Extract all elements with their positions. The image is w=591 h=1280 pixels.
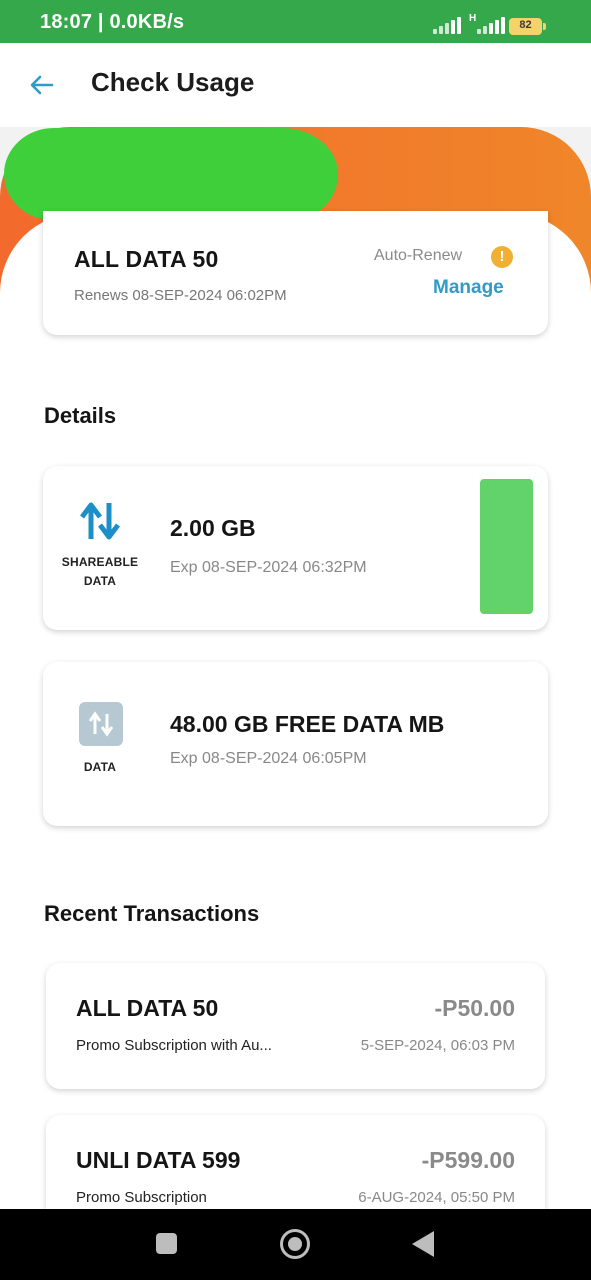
data-icon: [79, 702, 123, 746]
transaction-name: UNLI DATA 599: [76, 1147, 241, 1173]
details-title: Details: [44, 403, 117, 428]
arrow-left-icon[interactable]: [28, 71, 56, 99]
navigation-bar: [0, 1209, 591, 1280]
usage-card-data[interactable]: DATA 48.00 GB FREE DATA MB Exp 08-SEP-20…: [43, 662, 548, 826]
transaction-amount: -P599.00: [421, 1147, 515, 1173]
status-bar: 18:07 | 0.0KB/s H 82: [0, 0, 591, 43]
recents-icon[interactable]: [156, 1233, 177, 1254]
usage-card-shareable[interactable]: SHAREABLE DATA 2.00 GB Exp 08-SEP-2024 0…: [43, 466, 548, 630]
transaction-description: Promo Subscription: [76, 1189, 207, 1206]
network-type-label: H: [469, 13, 477, 24]
battery-level: 82: [519, 19, 532, 31]
warning-icon[interactable]: !: [491, 246, 513, 268]
usage-type-label: SHAREABLE DATA: [61, 555, 139, 588]
redacted-area: [4, 128, 338, 220]
usage-expiry: Exp 08-SEP-2024 06:32PM: [170, 559, 367, 576]
battery-icon: 82: [509, 18, 542, 35]
swap-arrows-icon: [80, 502, 120, 540]
battery-tip: [543, 23, 546, 30]
usage-amount: 48.00 GB FREE DATA MB: [170, 711, 445, 737]
page-title: Check Usage: [91, 67, 255, 97]
transaction-name: ALL DATA 50: [76, 995, 219, 1021]
transaction-date: 5-SEP-2024, 06:03 PM: [360, 1037, 515, 1054]
plan-renews: Renews 08-SEP-2024 06:02PM: [74, 287, 287, 304]
status-time: 18:07 | 0.0KB/s: [40, 11, 185, 33]
plan-name: ALL DATA 50: [74, 246, 219, 272]
plan-card: ALL DATA 50 Renews 08-SEP-2024 06:02PM A…: [43, 211, 548, 335]
back-icon[interactable]: [412, 1231, 434, 1257]
signal-icon: [477, 16, 505, 34]
transaction-description: Promo Subscription with Au...: [76, 1037, 272, 1054]
auto-renew-label: Auto-Renew: [374, 247, 463, 264]
usage-amount: 2.00 GB: [170, 515, 256, 541]
transactions-title: Recent Transactions: [44, 901, 260, 926]
usage-expiry: Exp 08-SEP-2024 06:05PM: [170, 750, 367, 767]
signal-icon: [433, 16, 461, 34]
usage-type-label: DATA: [83, 760, 117, 774]
home-icon[interactable]: [280, 1229, 310, 1259]
transaction-date: 6-AUG-2024, 05:50 PM: [358, 1189, 515, 1206]
manage-button[interactable]: Manage: [433, 277, 504, 299]
transaction-item[interactable]: ALL DATA 50 -P50.00 Promo Subscription w…: [46, 963, 545, 1089]
usage-meter: [480, 479, 533, 614]
app-bar: Check Usage: [0, 43, 591, 127]
transaction-amount: -P50.00: [434, 995, 515, 1021]
